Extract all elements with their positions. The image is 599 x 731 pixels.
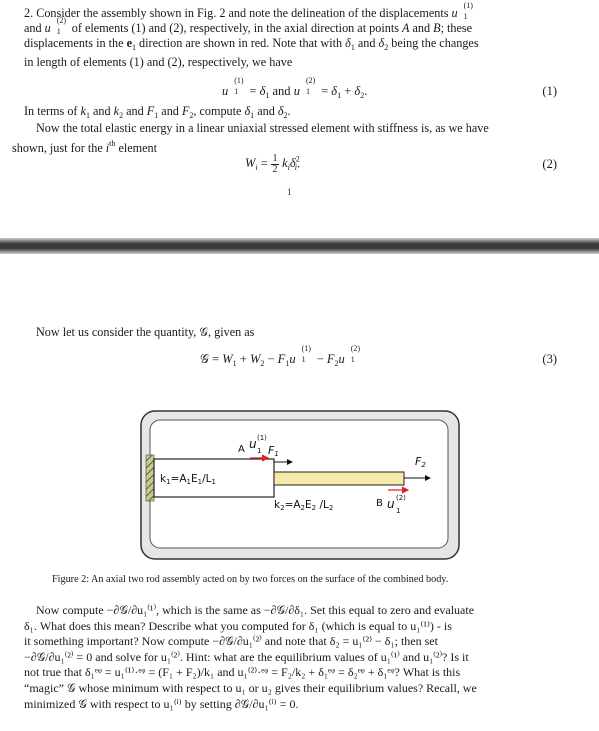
- intro-line-3: displacements in the: [24, 36, 124, 50]
- energy-line-2b: element: [118, 141, 158, 155]
- u1-bottom-sup: (2): [396, 494, 406, 502]
- intro-line-4: in length of elements (1) and (2), respe…: [24, 55, 293, 69]
- equation-1: u (1) 1 = δ1 and u (2) 1 = δ1 + δ2.: [222, 76, 368, 100]
- page-separator: [0, 238, 599, 254]
- intro-line-1: 2. Consider the assembly shown in Fig. 2…: [24, 6, 449, 20]
- u1-top-sup: (1): [257, 434, 267, 442]
- intro-and-2: and: [412, 21, 431, 35]
- u1-top-sub: 1: [257, 447, 261, 455]
- energy-line-2a: shown, just for the: [12, 141, 103, 155]
- point-b-label: B: [376, 498, 383, 509]
- equation-2: Wi = 12 kiδ2i.: [245, 153, 301, 175]
- compute-text-f: and: [257, 104, 275, 118]
- final-line: “magic” 𝒢 whose minimum with respect to …: [24, 680, 477, 695]
- figure-2-assembly: k1=A1E1/L1 k2=A2E2 /L2 A u (1) 1 F1 F2 B…: [140, 410, 460, 560]
- element-2-rod: [273, 471, 405, 486]
- compute-text-e: , compute: [193, 104, 242, 118]
- equation-2-number: (2): [542, 157, 557, 171]
- u1-top-label: u: [249, 437, 257, 451]
- problem-2-intro: 2. Consider the assembly shown in Fig. 2…: [24, 1, 479, 69]
- compute-text-a: In terms of: [24, 104, 78, 118]
- quantity-intro: Now let us consider the quantity, 𝒢, giv…: [36, 325, 255, 339]
- fixed-wall: [145, 454, 155, 502]
- intro-line-2: of elements (1) and (2), respectively, i…: [71, 21, 399, 35]
- final-line: Now compute −∂𝒢/∂u₁⁽¹⁾, which is the sam…: [36, 603, 475, 617]
- page-number: 1: [287, 187, 292, 197]
- equation-3: 𝒢 = W1 + W2 − F1u (1) 1 − F2u (2) 1: [200, 344, 361, 368]
- equation-1-number: (1): [542, 84, 557, 98]
- equation-3-number: (3): [542, 352, 557, 366]
- intro-and: and: [24, 21, 42, 35]
- intro-line-3b: direction are shown in red. Note that wi…: [139, 36, 343, 50]
- final-paragraph: Now compute −∂𝒢/∂u₁⁽¹⁾, which is the sam…: [24, 603, 556, 712]
- final-line: −∂𝒢/∂u₁⁽²⁾ = 0 and solve for u₁⁽²⁾. Hint…: [24, 649, 469, 664]
- u1-bottom-label: u: [387, 497, 395, 511]
- compute-text-c: and: [126, 104, 144, 118]
- final-line: not true that δ₁ᵉᵠ = u₁⁽¹⁾·ᵉᵠ = (F₁ + F₂…: [24, 665, 461, 680]
- final-line: minimized 𝒢 with respect to u₁⁽ⁱ⁾ by set…: [24, 696, 299, 711]
- energy-paragraph: Now the total elastic energy in a linear…: [12, 121, 489, 155]
- intro-and-3: and: [357, 36, 376, 50]
- figure-caption: Figure 2: An axial two rod assembly acte…: [52, 574, 449, 585]
- final-line: δ₁. What does this mean? Describe what y…: [24, 618, 452, 633]
- compute-text-d: and: [161, 104, 179, 118]
- u1-bottom-sub: 1: [396, 507, 400, 515]
- point-a-label: A: [238, 444, 245, 455]
- intro-line-3d: being the changes: [391, 36, 479, 50]
- energy-line-1: Now the total elastic energy in a linear…: [36, 121, 489, 135]
- compute-text-b: and: [93, 104, 111, 118]
- page-1: 2. Consider the assembly shown in Fig. 2…: [0, 0, 599, 238]
- final-line: it something important? Now compute −∂𝒢/…: [24, 634, 438, 649]
